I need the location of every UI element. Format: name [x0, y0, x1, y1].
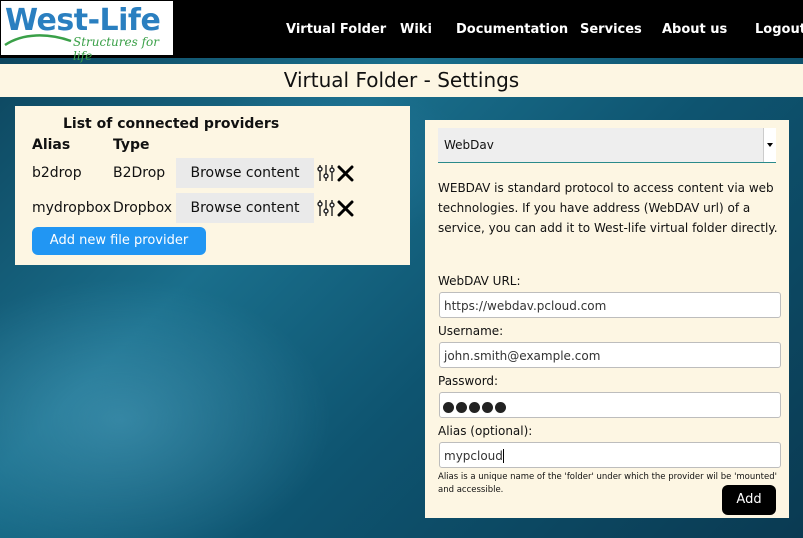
settings-sliders-icon[interactable] [317, 164, 335, 182]
webdav-url-label: WebDAV URL: [438, 274, 521, 288]
password-masked-value [443, 398, 508, 417]
alias-value: mypcloud [444, 449, 503, 463]
logo-text: West-Life [5, 3, 161, 38]
nav-about-us[interactable]: About us [662, 22, 727, 37]
provider-type: Dropbox [113, 200, 172, 216]
provider-alias: mydropbox [32, 200, 112, 216]
password-dot [469, 402, 480, 413]
add-provider-form: WebDav WEBDAV is standard protocol to ac… [425, 120, 789, 518]
nav-virtual-folder[interactable]: Virtual Folder [286, 22, 386, 37]
password-dot [482, 402, 493, 413]
page-title: Virtual Folder - Settings [283, 68, 520, 92]
providers-panel: List of connected providers Alias Type b… [15, 106, 410, 265]
username-label: Username: [438, 324, 504, 338]
alias-label: Alias (optional): [438, 424, 533, 438]
provider-type-select[interactable]: WebDav [438, 128, 776, 163]
close-icon[interactable] [337, 200, 354, 217]
webdav-url-value: https://webdav.pcloud.com [444, 299, 607, 313]
logo-tagline: Structures for life [73, 35, 159, 63]
providers-heading: List of connected providers [63, 116, 280, 132]
page-title-bar: Virtual Folder - Settings [0, 64, 803, 97]
alias-value-wrap: mypcloud [444, 449, 504, 463]
password-dot [495, 402, 506, 413]
nav-wiki[interactable]: Wiki [400, 22, 432, 37]
nav-services[interactable]: Services [580, 22, 642, 37]
browse-content-button[interactable]: Browse content [176, 193, 314, 223]
browse-content-button[interactable]: Browse content [176, 158, 314, 188]
column-header-type: Type [113, 137, 150, 153]
nav-logout[interactable]: Logout [755, 22, 803, 37]
webdav-description: WEBDAV is standard protocol to access co… [438, 181, 778, 235]
settings-sliders-icon[interactable] [317, 199, 335, 217]
password-dot [456, 402, 467, 413]
username-value: john.smith@example.com [444, 349, 601, 363]
text-caret [502, 449, 504, 463]
column-header-alias: Alias [32, 137, 71, 153]
chevron-down-icon[interactable] [763, 128, 776, 162]
password-dot [443, 402, 454, 413]
west-life-logo[interactable]: West-Life Structures for life [1, 1, 173, 63]
password-input[interactable] [439, 392, 781, 418]
top-navbar: West-Life Structures for life Virtual Fo… [0, 0, 803, 63]
add-new-file-provider-button[interactable]: Add new file provider [32, 227, 206, 255]
alias-input[interactable]: mypcloud [439, 442, 781, 468]
username-input[interactable]: john.smith@example.com [439, 342, 781, 368]
add-button[interactable]: Add [722, 485, 776, 515]
provider-alias: b2drop [32, 165, 82, 181]
webdav-url-input[interactable]: https://webdav.pcloud.com [439, 292, 781, 318]
nav-documentation[interactable]: Documentation [456, 22, 568, 37]
provider-type-value: WebDav [444, 138, 494, 152]
password-label: Password: [438, 374, 499, 388]
provider-type: B2Drop [113, 165, 166, 181]
close-icon[interactable] [337, 165, 354, 182]
